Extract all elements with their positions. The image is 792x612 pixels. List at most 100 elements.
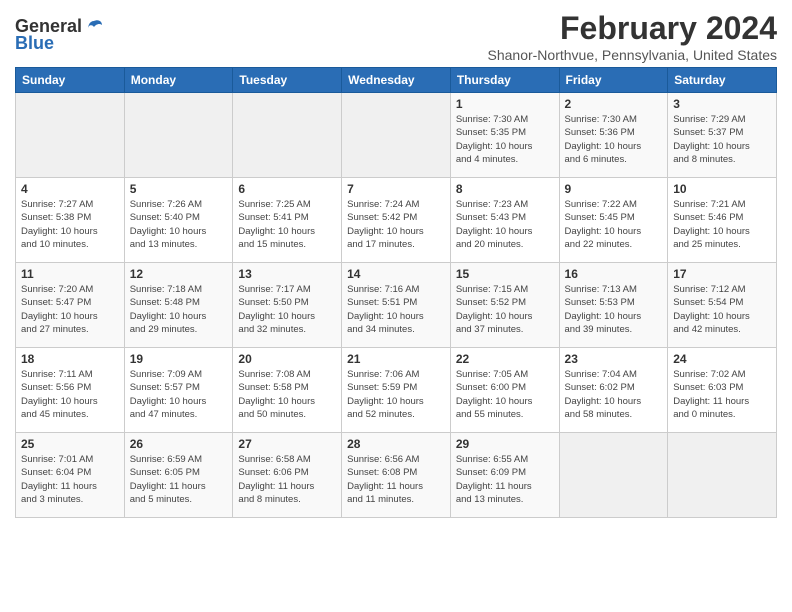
day-info: Sunrise: 7:16 AM Sunset: 5:51 PM Dayligh… xyxy=(347,283,445,336)
day-number: 8 xyxy=(456,182,554,196)
day-info: Sunrise: 7:13 AM Sunset: 5:53 PM Dayligh… xyxy=(565,283,663,336)
location-subtitle: Shanor-Northvue, Pennsylvania, United St… xyxy=(488,47,778,63)
day-number: 15 xyxy=(456,267,554,281)
calendar-cell: 2 Sunrise: 7:30 AM Sunset: 5:36 PM Daylig… xyxy=(559,93,668,178)
calendar-cell: 26 Sunrise: 6:59 AM Sunset: 6:05 PM Dayli… xyxy=(124,433,233,518)
calendar-header-thursday: Thursday xyxy=(450,68,559,93)
day-info: Sunrise: 7:20 AM Sunset: 5:47 PM Dayligh… xyxy=(21,283,119,336)
day-number: 23 xyxy=(565,352,663,366)
calendar-week-row: 18 Sunrise: 7:11 AM Sunset: 5:56 PM Dayli… xyxy=(16,348,777,433)
day-info: Sunrise: 6:59 AM Sunset: 6:05 PM Dayligh… xyxy=(130,453,228,506)
day-number: 7 xyxy=(347,182,445,196)
day-info: Sunrise: 7:22 AM Sunset: 5:45 PM Dayligh… xyxy=(565,198,663,251)
day-number: 6 xyxy=(238,182,336,196)
day-info: Sunrise: 7:08 AM Sunset: 5:58 PM Dayligh… xyxy=(238,368,336,421)
calendar-header-monday: Monday xyxy=(124,68,233,93)
calendar-cell: 16 Sunrise: 7:13 AM Sunset: 5:53 PM Dayli… xyxy=(559,263,668,348)
calendar-cell: 10 Sunrise: 7:21 AM Sunset: 5:46 PM Dayli… xyxy=(668,178,777,263)
day-number: 18 xyxy=(21,352,119,366)
day-info: Sunrise: 7:29 AM Sunset: 5:37 PM Dayligh… xyxy=(673,113,771,166)
day-info: Sunrise: 7:09 AM Sunset: 5:57 PM Dayligh… xyxy=(130,368,228,421)
day-number: 11 xyxy=(21,267,119,281)
calendar-cell: 19 Sunrise: 7:09 AM Sunset: 5:57 PM Dayli… xyxy=(124,348,233,433)
calendar-week-row: 11 Sunrise: 7:20 AM Sunset: 5:47 PM Dayli… xyxy=(16,263,777,348)
calendar-cell: 25Sunrise: 7:01 AM Sunset: 6:04 PM Dayli… xyxy=(16,433,125,518)
day-info: Sunrise: 6:56 AM Sunset: 6:08 PM Dayligh… xyxy=(347,453,445,506)
calendar-week-row: 25Sunrise: 7:01 AM Sunset: 6:04 PM Dayli… xyxy=(16,433,777,518)
header: General Blue February 2024 Shanor-Northv… xyxy=(15,10,777,63)
day-info: Sunrise: 7:24 AM Sunset: 5:42 PM Dayligh… xyxy=(347,198,445,251)
day-number: 3 xyxy=(673,97,771,111)
day-number: 29 xyxy=(456,437,554,451)
calendar-header-sunday: Sunday xyxy=(16,68,125,93)
day-number: 17 xyxy=(673,267,771,281)
calendar-cell: 7 Sunrise: 7:24 AM Sunset: 5:42 PM Daylig… xyxy=(342,178,451,263)
calendar-header-row: SundayMondayTuesdayWednesdayThursdayFrid… xyxy=(16,68,777,93)
calendar-cell xyxy=(559,433,668,518)
day-info: Sunrise: 7:05 AM Sunset: 6:00 PM Dayligh… xyxy=(456,368,554,421)
day-number: 12 xyxy=(130,267,228,281)
calendar-cell: 18 Sunrise: 7:11 AM Sunset: 5:56 PM Dayli… xyxy=(16,348,125,433)
calendar-cell xyxy=(16,93,125,178)
day-number: 22 xyxy=(456,352,554,366)
calendar-cell: 14 Sunrise: 7:16 AM Sunset: 5:51 PM Dayli… xyxy=(342,263,451,348)
day-info: Sunrise: 7:30 AM Sunset: 5:35 PM Dayligh… xyxy=(456,113,554,166)
day-info: Sunrise: 7:21 AM Sunset: 5:46 PM Dayligh… xyxy=(673,198,771,251)
day-info: Sunrise: 7:17 AM Sunset: 5:50 PM Dayligh… xyxy=(238,283,336,336)
day-number: 5 xyxy=(130,182,228,196)
day-number: 2 xyxy=(565,97,663,111)
logo: General Blue xyxy=(15,16,104,54)
day-info: Sunrise: 7:06 AM Sunset: 5:59 PM Dayligh… xyxy=(347,368,445,421)
calendar-cell: 12 Sunrise: 7:18 AM Sunset: 5:48 PM Dayli… xyxy=(124,263,233,348)
day-number: 9 xyxy=(565,182,663,196)
day-number: 16 xyxy=(565,267,663,281)
calendar-header-wednesday: Wednesday xyxy=(342,68,451,93)
calendar-cell: 4 Sunrise: 7:27 AM Sunset: 5:38 PM Daylig… xyxy=(16,178,125,263)
logo-bird-icon xyxy=(84,17,104,37)
calendar-cell xyxy=(342,93,451,178)
calendar-cell: 13 Sunrise: 7:17 AM Sunset: 5:50 PM Dayli… xyxy=(233,263,342,348)
calendar-cell: 6 Sunrise: 7:25 AM Sunset: 5:41 PM Daylig… xyxy=(233,178,342,263)
day-number: 13 xyxy=(238,267,336,281)
calendar-week-row: 4 Sunrise: 7:27 AM Sunset: 5:38 PM Daylig… xyxy=(16,178,777,263)
day-info: Sunrise: 7:18 AM Sunset: 5:48 PM Dayligh… xyxy=(130,283,228,336)
calendar-cell xyxy=(668,433,777,518)
calendar-header-tuesday: Tuesday xyxy=(233,68,342,93)
calendar-cell: 28Sunrise: 6:56 AM Sunset: 6:08 PM Dayli… xyxy=(342,433,451,518)
calendar-cell: 20 Sunrise: 7:08 AM Sunset: 5:58 PM Dayli… xyxy=(233,348,342,433)
month-year-title: February 2024 xyxy=(488,10,778,47)
day-info: Sunrise: 7:25 AM Sunset: 5:41 PM Dayligh… xyxy=(238,198,336,251)
calendar-cell xyxy=(124,93,233,178)
calendar-cell: 8Sunrise: 7:23 AM Sunset: 5:43 PM Daylig… xyxy=(450,178,559,263)
calendar-cell: 29 Sunrise: 6:55 AM Sunset: 6:09 PM Dayli… xyxy=(450,433,559,518)
day-number: 20 xyxy=(238,352,336,366)
day-number: 24 xyxy=(673,352,771,366)
calendar-cell xyxy=(233,93,342,178)
day-info: Sunrise: 7:30 AM Sunset: 5:36 PM Dayligh… xyxy=(565,113,663,166)
calendar-cell: 15 Sunrise: 7:15 AM Sunset: 5:52 PM Dayli… xyxy=(450,263,559,348)
day-info: Sunrise: 6:58 AM Sunset: 6:06 PM Dayligh… xyxy=(238,453,336,506)
day-info: Sunrise: 7:27 AM Sunset: 5:38 PM Dayligh… xyxy=(21,198,119,251)
day-info: Sunrise: 7:15 AM Sunset: 5:52 PM Dayligh… xyxy=(456,283,554,336)
day-number: 27 xyxy=(238,437,336,451)
title-area: February 2024 Shanor-Northvue, Pennsylva… xyxy=(488,10,778,63)
day-info: Sunrise: 7:11 AM Sunset: 5:56 PM Dayligh… xyxy=(21,368,119,421)
calendar-header-saturday: Saturday xyxy=(668,68,777,93)
calendar-header-friday: Friday xyxy=(559,68,668,93)
day-number: 4 xyxy=(21,182,119,196)
day-number: 14 xyxy=(347,267,445,281)
calendar-table: SundayMondayTuesdayWednesdayThursdayFrid… xyxy=(15,67,777,518)
day-number: 10 xyxy=(673,182,771,196)
calendar-cell: 23 Sunrise: 7:04 AM Sunset: 6:02 PM Dayli… xyxy=(559,348,668,433)
calendar-cell: 17Sunrise: 7:12 AM Sunset: 5:54 PM Dayli… xyxy=(668,263,777,348)
day-number: 26 xyxy=(130,437,228,451)
day-info: Sunrise: 6:55 AM Sunset: 6:09 PM Dayligh… xyxy=(456,453,554,506)
day-info: Sunrise: 7:02 AM Sunset: 6:03 PM Dayligh… xyxy=(673,368,771,421)
calendar-cell: 5Sunrise: 7:26 AM Sunset: 5:40 PM Daylig… xyxy=(124,178,233,263)
day-number: 19 xyxy=(130,352,228,366)
day-number: 25 xyxy=(21,437,119,451)
day-info: Sunrise: 7:04 AM Sunset: 6:02 PM Dayligh… xyxy=(565,368,663,421)
calendar-cell: 1Sunrise: 7:30 AM Sunset: 5:35 PM Daylig… xyxy=(450,93,559,178)
calendar-cell: 21Sunrise: 7:06 AM Sunset: 5:59 PM Dayli… xyxy=(342,348,451,433)
calendar-cell: 3 Sunrise: 7:29 AM Sunset: 5:37 PM Daylig… xyxy=(668,93,777,178)
